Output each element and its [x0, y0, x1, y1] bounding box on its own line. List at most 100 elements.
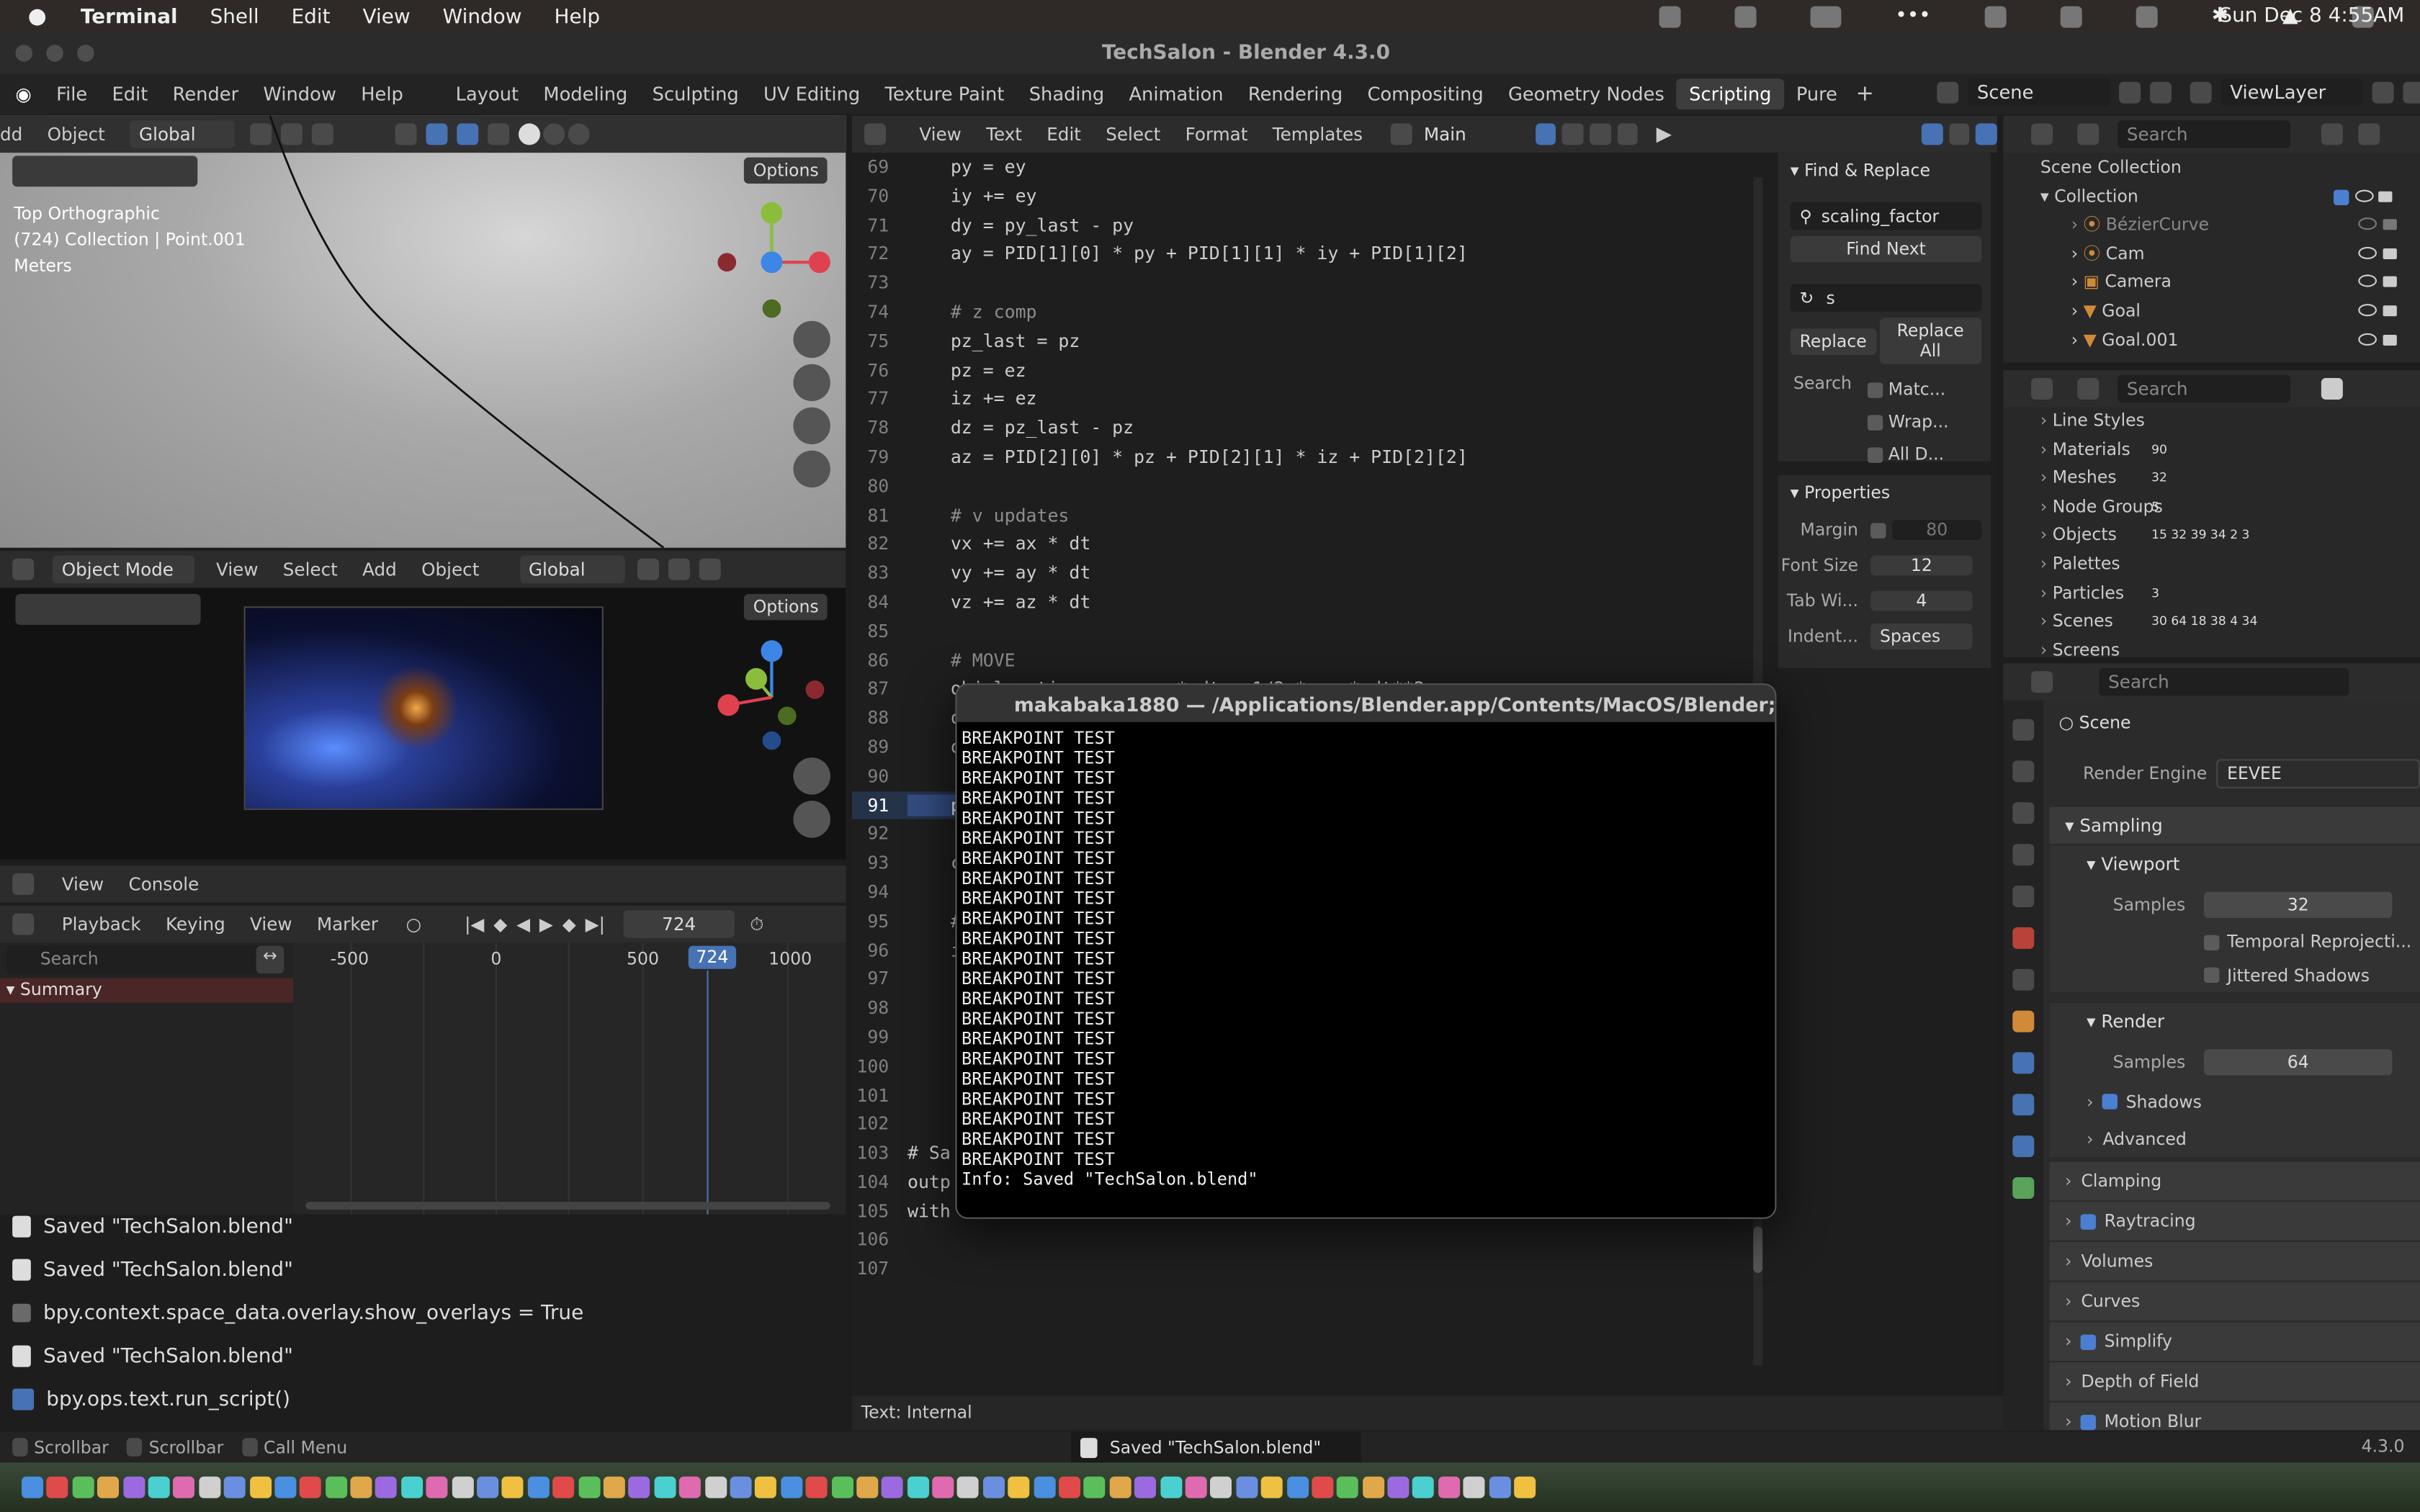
new-text-icon[interactable]: [1562, 123, 1584, 145]
viewlayer-field[interactable]: ViewLayer: [2220, 78, 2363, 107]
pivot-icon[interactable]: [636, 558, 658, 580]
dock-app-icon[interactable]: [654, 1476, 676, 1498]
viewport-bottom[interactable]: Object Mode View Select Add Object Globa…: [0, 551, 846, 860]
outliner-row-scene-collection[interactable]: Scene Collection: [2003, 154, 2420, 183]
code-line[interactable]: 107: [852, 1255, 1762, 1284]
view-layer-tab-icon[interactable]: [2012, 844, 2035, 866]
dock-app-icon[interactable]: [730, 1476, 752, 1498]
dock-app-icon[interactable]: [1210, 1476, 1232, 1498]
shadows-checkbox[interactable]: [2102, 1094, 2118, 1110]
dock-app-icon[interactable]: [173, 1476, 195, 1498]
log-entry[interactable]: bpy.context.space_data.overlay.show_over…: [0, 1292, 846, 1335]
menubar-window[interactable]: Window: [443, 6, 522, 29]
dock-app-icon[interactable]: [325, 1476, 347, 1498]
tab-sculpting[interactable]: Sculpting: [640, 78, 751, 109]
tab-scripting[interactable]: Scripting: [1677, 78, 1784, 110]
code-line[interactable]: 71 dy = py_last - py: [852, 211, 1762, 240]
tab-texture-paint[interactable]: Texture Paint: [872, 78, 1016, 109]
timer-icon[interactable]: ⏱: [750, 913, 763, 936]
code-line[interactable]: 72 ay = PID[1][0] * py + PID[1][1] * iy …: [852, 240, 1762, 269]
datablock-row[interactable]: › Screens: [2003, 636, 2420, 657]
viewport-samples-field[interactable]: 32: [2204, 891, 2393, 917]
timeline-area[interactable]: -500 0 500 724 1000: [293, 942, 846, 1215]
code-line[interactable]: 82 vx += ax * dt: [852, 530, 1762, 559]
status-icon[interactable]: [2060, 5, 2082, 27]
outliner-row-object[interactable]: › ▼ Goal: [2003, 298, 2420, 327]
dock-app-icon[interactable]: [1235, 1476, 1258, 1498]
camera-view-icon[interactable]: [793, 407, 830, 445]
mode-dropdown[interactable]: Object Mode: [52, 555, 194, 583]
font-size-field[interactable]: 12: [1870, 555, 1973, 576]
editor-type-icon[interactable]: [2031, 378, 2053, 400]
text-datablock-icon[interactable]: [1390, 123, 1412, 145]
temporal-checkbox[interactable]: [2204, 934, 2220, 950]
scene-tab-icon[interactable]: [2012, 886, 2035, 907]
dock-app-icon[interactable]: [375, 1476, 398, 1498]
word-wrap-icon[interactable]: [1948, 123, 1971, 145]
dock-app-icon[interactable]: [1286, 1476, 1309, 1498]
play-icon[interactable]: ▶: [539, 914, 553, 935]
dock-app-icon[interactable]: [350, 1476, 372, 1498]
editor-type-icon[interactable]: [12, 558, 35, 580]
code-line[interactable]: 78 dz = pz_last - pz: [852, 414, 1762, 443]
menubar-help[interactable]: Help: [555, 6, 601, 29]
filter-icon[interactable]: [2321, 378, 2343, 400]
tab-geometry-nodes[interactable]: Geometry Nodes: [1496, 78, 1677, 109]
eye-icon[interactable]: [2358, 304, 2377, 317]
dock-app-icon[interactable]: [1084, 1476, 1106, 1498]
hand-icon[interactable]: [793, 364, 830, 402]
marker-menu[interactable]: Marker: [317, 914, 378, 935]
view-menu[interactable]: View: [250, 914, 292, 935]
menu-object[interactable]: Object: [421, 559, 479, 580]
include-checkbox[interactable]: [2334, 189, 2349, 205]
jump-end-icon[interactable]: ▶|: [586, 914, 605, 935]
panel-curves[interactable]: › Curves: [2049, 1280, 2420, 1321]
properties-title[interactable]: ▾ Properties: [1778, 475, 1991, 512]
margin-checkbox[interactable]: [1870, 522, 1886, 538]
tab-width-field[interactable]: 4: [1870, 590, 1973, 611]
apple-icon[interactable]: ●: [28, 4, 47, 29]
eye-icon[interactable]: [2358, 332, 2377, 346]
navigation-gizmo[interactable]: [710, 201, 833, 324]
dock-app-icon[interactable]: [1362, 1476, 1384, 1498]
dock-app-icon[interactable]: [1412, 1476, 1435, 1498]
current-frame-field[interactable]: 724: [623, 910, 735, 938]
code-line[interactable]: 80: [852, 472, 1762, 500]
camera-icon[interactable]: [2382, 305, 2396, 317]
text-menu-select[interactable]: Select: [1106, 123, 1160, 145]
outliner2-search[interactable]: Search: [2118, 374, 2290, 403]
text-menu-edit[interactable]: Edit: [1047, 123, 1081, 145]
dock-app-icon[interactable]: [223, 1476, 246, 1498]
camera-icon[interactable]: [2382, 276, 2396, 288]
status-report[interactable]: Saved "TechSalon.blend": [1071, 1431, 1361, 1463]
panel-checkbox[interactable]: [2081, 1213, 2097, 1229]
zoom-icon[interactable]: [793, 320, 830, 359]
render-tab-icon[interactable]: [2012, 760, 2035, 783]
dock-app-icon[interactable]: [1160, 1476, 1182, 1498]
terminal-window[interactable]: makabaka1880 — /Applications/Blender.app…: [955, 683, 1777, 1219]
dock-app-icon[interactable]: [426, 1476, 448, 1498]
editor-type-icon[interactable]: [2031, 123, 2053, 145]
zoom-icon[interactable]: [793, 757, 830, 795]
log-entry[interactable]: Saved "TechSalon.blend": [0, 1335, 846, 1378]
code-line[interactable]: 74 # z comp: [852, 298, 1762, 327]
dock-app-icon[interactable]: [1514, 1476, 1536, 1498]
panel-checkbox[interactable]: [2081, 1413, 2097, 1430]
fake-user-icon[interactable]: [1535, 123, 1556, 145]
dock-app-icon[interactable]: [1489, 1476, 1511, 1498]
code-line[interactable]: 84 vz += az * dt: [852, 588, 1762, 616]
code-line[interactable]: 86 # MOVE: [852, 646, 1762, 675]
dock-app-icon[interactable]: [148, 1476, 170, 1498]
menubar-clock[interactable]: Sun Dec 8 4:55AM: [2219, 4, 2404, 27]
new-collection-icon[interactable]: [2358, 123, 2380, 145]
text-file-field[interactable]: Main: [1417, 120, 1529, 148]
text-menu-templates[interactable]: Templates: [1273, 123, 1363, 145]
snap-icon[interactable]: [667, 558, 689, 580]
render-samples-field[interactable]: 64: [2204, 1048, 2393, 1075]
dock-app-icon[interactable]: [1109, 1476, 1131, 1498]
text-menu-text[interactable]: Text: [986, 123, 1022, 145]
output-tab-icon[interactable]: [2012, 802, 2035, 824]
tab-uv-editing[interactable]: UV Editing: [751, 78, 872, 109]
dock-app-icon[interactable]: [882, 1476, 904, 1498]
tab-shading[interactable]: Shading: [1017, 78, 1117, 109]
